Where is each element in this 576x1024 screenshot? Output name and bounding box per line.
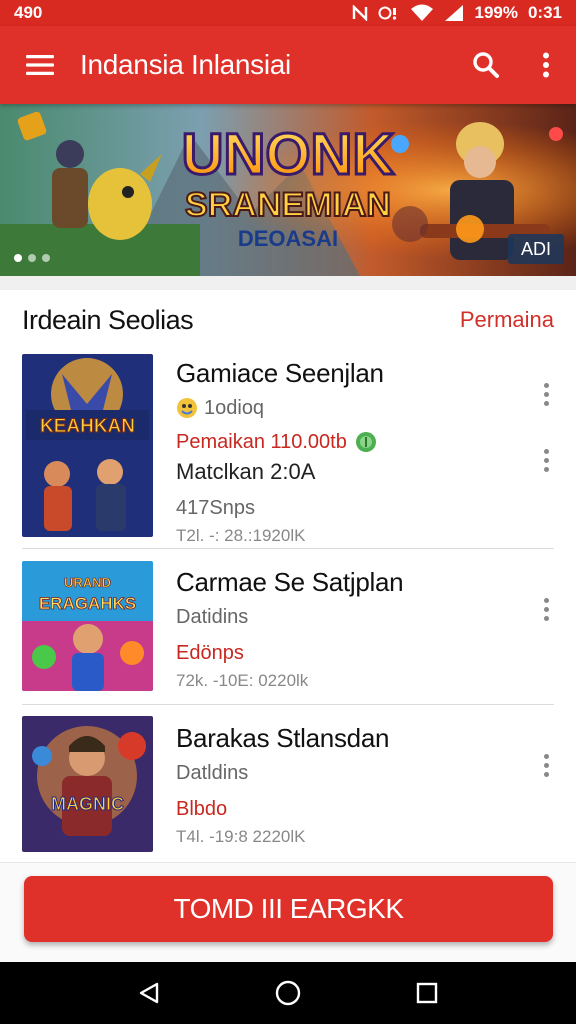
status-left-text: 490 — [14, 3, 43, 22]
coin-icon — [355, 432, 376, 452]
system-nav-bar — [0, 962, 576, 1024]
game-name[interactable]: Gamiace Seenjlan — [176, 358, 526, 388]
game-more-button[interactable] — [536, 376, 556, 412]
alarm-icon — [378, 5, 400, 21]
app-bar: Indansia Inlansiai — [0, 26, 576, 104]
recents-button[interactable] — [397, 962, 457, 1024]
more-options-button[interactable] — [516, 26, 576, 104]
game-thumbnail[interactable]: MAGNIC — [22, 716, 153, 852]
wifi-icon — [410, 4, 434, 22]
nfc-icon — [352, 5, 368, 21]
game-name[interactable]: Carmae Se Satjplan — [176, 567, 526, 597]
home-button[interactable] — [258, 962, 318, 1024]
game-name[interactable]: Barakas Stlansdan — [176, 723, 526, 753]
status-bar: 490 199% 0:31 — [0, 0, 576, 26]
game-thumbnail[interactable]: URAND ERAGAHKS — [22, 561, 153, 691]
game-list-item[interactable]: URAND ERAGAHKS Carmae Se Satjplan Datidi… — [0, 549, 576, 704]
game-more-button[interactable] — [536, 747, 556, 783]
game-list-item[interactable]: KEAHKAN Gamiace Seenjlan 1odioq Pemaikan… — [0, 350, 576, 548]
game-meta: Datidins — [176, 606, 249, 628]
recents-icon — [416, 982, 437, 1004]
game-stats: T2l. -: 28.:1920lK — [176, 526, 306, 545]
svg-text:URAND: URAND — [64, 575, 111, 590]
game-more-button[interactable] — [536, 442, 556, 478]
app-title: Indansia Inlansiai — [80, 49, 291, 80]
back-icon — [140, 982, 159, 1004]
ad-badge: ADI — [508, 234, 564, 264]
game-sub: 417Snps — [176, 497, 255, 519]
home-icon — [275, 980, 301, 1006]
section-gap — [0, 276, 576, 290]
section-title: Irdeain Seolias — [22, 304, 194, 335]
thumbnail-title: KEAHKAN — [40, 416, 135, 437]
game-price-row: Pemaikan 110.00tb — [176, 430, 526, 454]
banner-artwork: UNONK SRANEMIAN DEOASAI — [0, 104, 576, 276]
game-meta: 1odioq — [204, 397, 265, 419]
primary-cta-button[interactable]: TOMD III EARGKK — [24, 876, 553, 942]
game-thumbnail[interactable]: KEAHKAN — [22, 354, 153, 537]
banner-dot[interactable] — [28, 254, 36, 262]
promo-banner[interactable]: UNONK SRANEMIAN DEOASAI ADI — [0, 104, 576, 276]
hamburger-menu-icon — [26, 55, 54, 75]
banner-pagination — [14, 254, 50, 262]
status-time: 0:31 — [527, 3, 562, 22]
back-button[interactable] — [119, 962, 179, 1024]
search-button[interactable] — [456, 26, 516, 104]
search-icon — [473, 52, 499, 78]
game-meta: Datldins — [176, 762, 249, 784]
game-price: Pemaikan 110.00tb — [176, 431, 347, 453]
game-detail: Matclkan 2:0A — [176, 459, 316, 484]
game-meta-row: 1odioq — [176, 396, 526, 420]
battery-percent: 199% — [474, 3, 518, 22]
status-icons: 199% 0:31 — [352, 3, 562, 23]
thumbnail-title: ERAGAHKS — [39, 594, 136, 613]
game-stats: 72k. -10E: 0220lk — [176, 671, 309, 690]
thumbnail-title: MAGNIC — [51, 794, 124, 814]
game-price: Edönps — [176, 642, 244, 664]
banner-title-1: UNONK — [182, 122, 395, 187]
game-more-button[interactable] — [536, 591, 556, 627]
developer-avatar-icon — [177, 398, 197, 418]
banner-dot[interactable] — [14, 254, 22, 262]
signal-icon — [444, 4, 464, 22]
section-header: Irdeain Seolias Permaina — [0, 290, 576, 350]
section-see-all-link[interactable]: Permaina — [460, 307, 554, 333]
banner-dot[interactable] — [42, 254, 50, 262]
game-list-item[interactable]: MAGNIC Barakas Stlansdan Datldins Blbdo … — [0, 705, 576, 862]
game-price: Blbdo — [176, 798, 228, 820]
more-vert-icon — [543, 52, 549, 78]
hamburger-menu-button[interactable] — [0, 26, 80, 104]
game-stats: T4l. -19:8 2220lK — [176, 827, 306, 846]
banner-title-2: SRANEMIAN — [185, 186, 391, 224]
banner-title-3: DEOASAI — [238, 226, 338, 251]
